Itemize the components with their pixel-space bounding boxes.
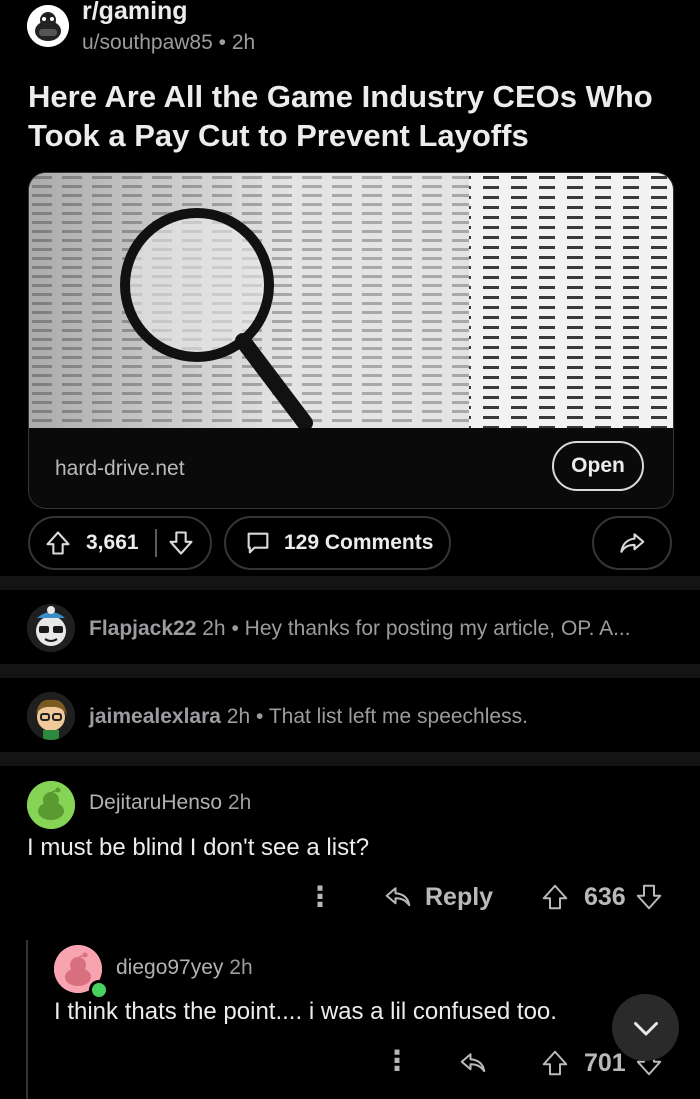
online-status-dot	[89, 980, 109, 1000]
comment-username[interactable]: diego97yey	[116, 956, 223, 979]
scroll-next-comment-button[interactable]	[612, 994, 679, 1061]
chevron-down-icon	[628, 1010, 664, 1046]
open-link-button[interactable]: Open	[552, 441, 644, 491]
upvote-icon[interactable]	[540, 882, 570, 912]
upvote-icon[interactable]	[44, 529, 72, 557]
comment-body: I must be blind I don't see a list?	[27, 834, 370, 861]
collapsed-comment[interactable]: Flapjack22 2h • Hey thanks for posting m…	[89, 617, 631, 641]
avatar[interactable]	[27, 781, 75, 829]
comment-header: DejitaruHenso 2h	[89, 791, 251, 815]
comments-count: 129 Comments	[284, 531, 434, 554]
comment-preview: That list left me speechless.	[268, 705, 528, 728]
more-icon: ⋮	[306, 881, 334, 912]
collapsed-comment[interactable]: jaimealexlara 2h • That list left me spe…	[89, 705, 528, 729]
avatar[interactable]	[27, 692, 75, 740]
subreddit-name[interactable]: r/gaming	[82, 0, 188, 26]
post-time: 2h	[231, 31, 256, 54]
reply-icon	[458, 1048, 488, 1078]
meta-separator: •	[218, 31, 226, 54]
share-icon	[617, 528, 647, 558]
section-divider	[0, 576, 700, 590]
post-vote-bar: 3,661	[28, 516, 212, 570]
comment-username[interactable]: DejitaruHenso	[89, 791, 222, 814]
more-options-button[interactable]: ⋮	[383, 1044, 411, 1077]
comment-time: 2h	[227, 791, 252, 814]
comment-username[interactable]: Flapjack22	[89, 617, 196, 640]
link-preview-card[interactable]: hard-drive.net Open	[28, 172, 674, 509]
post-meta: u/southpaw85 • 2h	[82, 31, 255, 55]
comment-header: diego97yey 2h	[116, 956, 253, 980]
comment-preview: Hey thanks for posting my article, OP. A…	[244, 617, 631, 640]
post-title[interactable]: Here Are All the Game Industry CEOs Who …	[28, 77, 678, 155]
comment-body: I think thats the point.... i was a lil …	[54, 998, 557, 1025]
link-domain: hard-drive.net	[55, 457, 185, 480]
more-icon: ⋮	[383, 1045, 411, 1076]
reply-icon	[383, 882, 413, 912]
comment-username[interactable]: jaimealexlara	[89, 705, 221, 728]
downvote-icon[interactable]	[634, 882, 664, 912]
comment-vote-bar: 636	[540, 882, 664, 912]
comment-score: 701	[584, 1048, 626, 1077]
post-author[interactable]: u/southpaw85	[82, 31, 213, 54]
comment-time: 2h	[226, 705, 251, 728]
comment-time: 2h	[229, 956, 253, 979]
upvote-icon[interactable]	[540, 1048, 570, 1078]
meta-separator: •	[231, 617, 239, 640]
reply-button[interactable]: Reply	[383, 882, 493, 912]
comments-button[interactable]: 129 Comments	[224, 516, 451, 570]
section-divider	[0, 664, 700, 678]
meta-separator: •	[255, 705, 264, 728]
avatar[interactable]	[27, 604, 75, 652]
section-divider	[0, 752, 700, 766]
comment-score: 636	[584, 882, 626, 911]
article-thumbnail-image[interactable]	[29, 173, 673, 428]
vote-divider	[154, 529, 157, 557]
comment-icon	[244, 529, 272, 557]
downvote-icon[interactable]	[167, 529, 195, 557]
subreddit-avatar[interactable]	[27, 5, 69, 47]
reply-label: Reply	[425, 882, 494, 911]
post-score: 3,661	[86, 531, 139, 554]
comment-time: 2h	[202, 617, 226, 640]
share-button[interactable]	[592, 516, 672, 570]
thread-line[interactable]	[26, 940, 28, 1099]
reply-button[interactable]	[458, 1048, 488, 1078]
more-options-button[interactable]: ⋮	[306, 880, 334, 913]
